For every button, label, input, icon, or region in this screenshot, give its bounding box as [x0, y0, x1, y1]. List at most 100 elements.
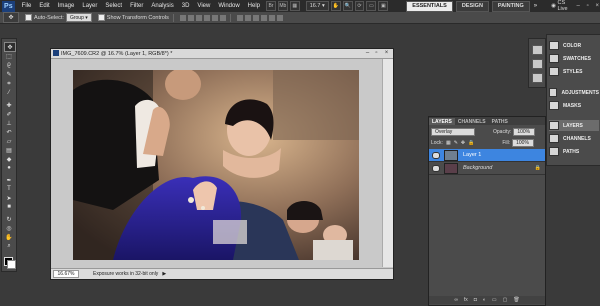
3d-orbit-tool-icon[interactable]: ◎ — [4, 224, 14, 232]
blend-mode-dropdown[interactable]: Overlay — [431, 128, 475, 136]
status-zoom-field[interactable]: 16.67% — [53, 270, 79, 278]
image-canvas[interactable] — [73, 70, 359, 260]
align-right-icon[interactable] — [219, 14, 226, 21]
marquee-tool-icon[interactable]: ⬚ — [4, 52, 14, 60]
hand-tool-icon[interactable]: ✋ — [330, 1, 341, 11]
cs-live-button[interactable]: ◉ CS Live — [551, 0, 571, 12]
crop-tool-icon[interactable]: ⌗ — [4, 80, 14, 88]
eraser-tool-icon[interactable]: ▱ — [4, 137, 14, 145]
blur-tool-icon[interactable]: ◆ — [4, 155, 14, 163]
menu-view[interactable]: View — [193, 3, 214, 9]
document-title-bar[interactable]: IMG_7609.CR2 @ 16.7% (Layer 1, RGB/8*) *… — [51, 49, 393, 59]
auto-select-dropdown[interactable]: Group ▾ — [65, 13, 92, 22]
align-middle-icon[interactable] — [187, 14, 194, 21]
type-tool-icon[interactable]: T — [4, 185, 14, 193]
show-transform-checkbox[interactable] — [97, 14, 105, 21]
distribute-right-icon[interactable] — [276, 14, 283, 21]
lasso-tool-icon[interactable]: ϱ — [4, 61, 14, 69]
dock-item-paths[interactable]: PATHS — [549, 146, 599, 157]
distribute-top-icon[interactable] — [236, 14, 243, 21]
workspace-painting-button[interactable]: PAINTING — [491, 0, 530, 12]
tab-layers[interactable]: LAYERS — [429, 118, 455, 125]
gradient-tool-icon[interactable]: ▤ — [4, 146, 14, 154]
workspace-design-button[interactable]: DESIGN — [455, 0, 489, 12]
screen-mode-icon[interactable]: ▣ — [378, 1, 389, 11]
brushes-panel-icon[interactable] — [532, 73, 543, 83]
new-layer-icon[interactable]: ▢ — [503, 297, 508, 303]
menu-help[interactable]: Help — [244, 3, 264, 9]
visibility-eye-icon[interactable] — [432, 151, 440, 159]
background-color-swatch[interactable] — [7, 260, 16, 269]
3d-rotate-tool-icon[interactable]: ↻ — [4, 215, 14, 223]
lock-image-icon[interactable]: ✎ — [454, 140, 458, 146]
document-maximize-icon[interactable]: ▫ — [373, 50, 380, 56]
distribute-bottom-icon[interactable] — [252, 14, 259, 21]
distribute-left-icon[interactable] — [260, 14, 267, 21]
restore-icon[interactable]: ▫ — [585, 3, 591, 10]
menu-layer[interactable]: Layer — [78, 3, 101, 9]
menu-analysis[interactable]: Analysis — [147, 3, 177, 9]
zoom-level-dropdown[interactable]: 16.7 ▾ — [305, 1, 329, 11]
eyedropper-tool-icon[interactable]: ⁄ — [4, 89, 14, 97]
actions-panel-icon[interactable] — [532, 59, 543, 69]
lock-position-icon[interactable]: ✥ — [461, 140, 465, 146]
zoom-tool-icon[interactable]: ⌕ — [4, 242, 14, 250]
path-selection-tool-icon[interactable]: ➤ — [4, 194, 14, 202]
delete-layer-icon[interactable]: 🗑 — [513, 297, 519, 303]
dock-item-swatches[interactable]: SWATCHES — [549, 53, 599, 64]
workspace-essentials-button[interactable]: ESSENTIALS — [406, 0, 453, 12]
pen-tool-icon[interactable]: ✒ — [4, 176, 14, 184]
tab-channels[interactable]: CHANNELS — [455, 118, 489, 125]
lock-transparency-icon[interactable]: ▦ — [446, 140, 451, 146]
dock-item-masks[interactable]: MASKS — [549, 100, 599, 111]
opacity-field[interactable]: 100% — [513, 128, 536, 136]
status-menu-arrow-icon[interactable]: ▶ — [162, 271, 166, 277]
document-close-icon[interactable]: × — [383, 50, 390, 56]
menu-file[interactable]: File — [18, 3, 36, 9]
history-panel-icon[interactable] — [532, 45, 543, 55]
history-brush-tool-icon[interactable]: ↶ — [4, 128, 14, 136]
distribute-middle-icon[interactable] — [244, 14, 251, 21]
dock-item-layers[interactable]: LAYERS — [549, 120, 599, 131]
align-top-icon[interactable] — [179, 14, 186, 21]
launch-mini-bridge-icon[interactable]: Mb — [277, 1, 288, 11]
new-group-icon[interactable]: ▭ — [492, 297, 497, 303]
add-mask-icon[interactable]: ◘ — [474, 297, 477, 303]
close-icon[interactable]: × — [594, 3, 600, 10]
dock-item-styles[interactable]: STYLES — [549, 66, 599, 77]
rotate-view-icon[interactable]: ⟳ — [354, 1, 365, 11]
tab-paths[interactable]: PATHS — [489, 118, 511, 125]
layer-style-icon[interactable]: fx — [464, 297, 468, 303]
brush-tool-icon[interactable]: ✐ — [4, 110, 14, 118]
adjustment-layer-icon[interactable]: ◐ — [483, 297, 486, 303]
clone-stamp-tool-icon[interactable]: ⊥ — [4, 119, 14, 127]
layer-row-background[interactable]: Background 🔒 — [429, 162, 545, 175]
auto-select-checkbox[interactable] — [25, 14, 32, 21]
document-minimize-icon[interactable]: – — [364, 50, 371, 56]
zoom-tool-icon[interactable]: 🔍 — [342, 1, 353, 11]
menu-3d[interactable]: 3D — [178, 3, 194, 9]
align-center-icon[interactable] — [211, 14, 218, 21]
menu-window[interactable]: Window — [214, 3, 243, 9]
align-left-icon[interactable] — [203, 14, 210, 21]
menu-filter[interactable]: Filter — [126, 3, 147, 9]
arrange-documents-icon[interactable]: ▭ — [366, 1, 377, 11]
view-extras-icon[interactable]: ▦ — [289, 1, 300, 11]
visibility-eye-icon[interactable] — [432, 164, 440, 172]
quick-select-tool-icon[interactable]: ✎ — [4, 70, 14, 78]
menu-image[interactable]: Image — [54, 3, 79, 9]
hand-tool-icon[interactable]: ✋ — [4, 233, 14, 241]
align-bottom-icon[interactable] — [195, 14, 202, 21]
dodge-tool-icon[interactable]: ● — [4, 164, 14, 172]
layer-row-layer-1[interactable]: Layer 1 — [429, 149, 545, 162]
lock-all-icon[interactable]: 🔒 — [468, 140, 474, 146]
shape-tool-icon[interactable]: ■ — [4, 203, 14, 211]
workspace-more-button[interactable]: » — [530, 3, 541, 9]
healing-brush-tool-icon[interactable]: ✚ — [4, 101, 14, 109]
link-layers-icon[interactable]: ∞ — [454, 297, 458, 303]
launch-bridge-icon[interactable]: Br — [266, 1, 276, 11]
move-tool-preset-icon[interactable]: ✥ — [3, 12, 19, 23]
dock-item-channels[interactable]: CHANNELS — [549, 133, 599, 144]
minimize-icon[interactable]: – — [575, 3, 581, 10]
move-tool-icon[interactable]: ✥ — [4, 42, 16, 52]
